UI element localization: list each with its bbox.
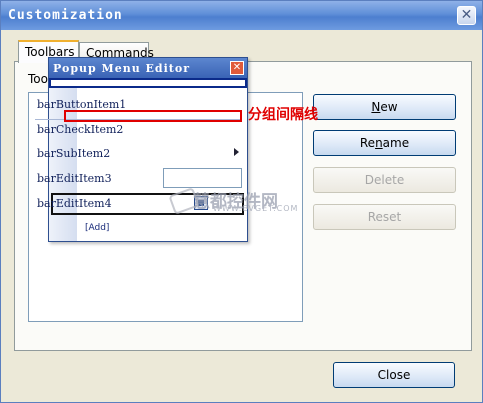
delete-button[interactable]: Delete	[313, 167, 456, 193]
customization-dialog: Customization ✕ Toolbars Commands Too Ne…	[0, 0, 483, 403]
toolbars-label: Too	[28, 72, 48, 86]
menu-item-barsubitem2[interactable]: barSubItem2	[37, 147, 110, 160]
window-title: Customization	[8, 8, 123, 23]
popup-caption-strip	[49, 78, 247, 88]
close-button[interactable]: Close	[333, 362, 455, 388]
bareditem3-editor[interactable]	[163, 168, 242, 188]
separator-annotation: 分组间隔线	[248, 107, 318, 123]
new-button[interactable]: New	[313, 94, 456, 120]
reset-button[interactable]: Reset	[313, 204, 456, 230]
close-window-button[interactable]: ✕	[457, 6, 476, 25]
popup-title: Popup Menu Editor	[53, 62, 190, 75]
title-bar[interactable]: Customization ✕	[1, 1, 482, 30]
rename-button[interactable]: Rename	[313, 130, 456, 156]
menu-item-bareditem3[interactable]: barEditItem3	[37, 172, 112, 185]
close-icon: ✕	[460, 7, 473, 23]
close-icon: ✕	[232, 62, 242, 73]
popup-title-bar[interactable]: Popup Menu Editor ✕	[49, 58, 247, 78]
menu-item-barcheckitem2[interactable]: barCheckItem2	[37, 123, 123, 136]
submenu-arrow-icon	[234, 148, 239, 156]
watermark: 慧都控件网 WWW.EVGET.COM	[193, 192, 299, 213]
menu-item-bareditem4[interactable]: barEditItem4	[37, 197, 112, 210]
separator-highlight-box	[64, 110, 242, 122]
popup-close-button[interactable]: ✕	[230, 61, 244, 75]
add-item-link[interactable]: [Add]	[85, 223, 109, 233]
